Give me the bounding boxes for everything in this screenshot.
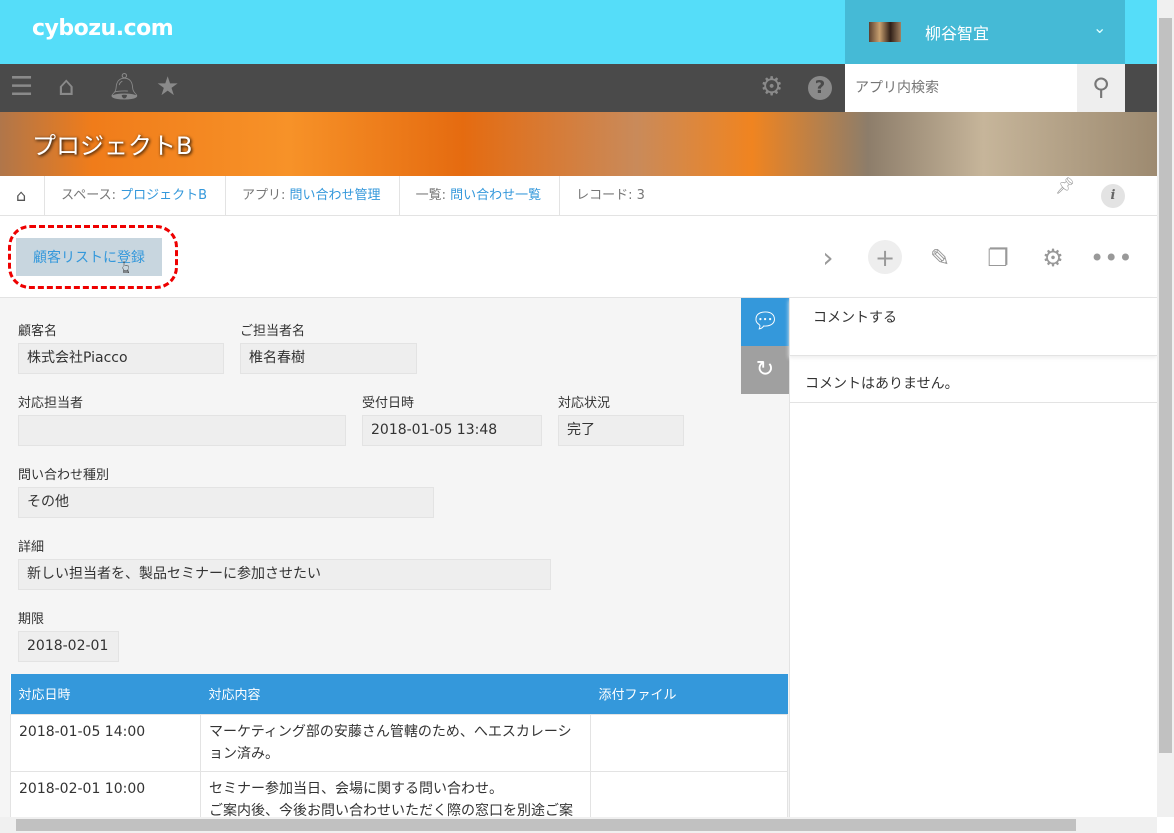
- breadcrumb-view-link[interactable]: 問い合わせ一覧: [450, 188, 541, 203]
- star-icon[interactable]: ★: [156, 72, 179, 102]
- space-banner: プロジェクトB: [0, 112, 1157, 176]
- search-icon[interactable]: ⚲: [1077, 64, 1125, 112]
- row-date: 2018-01-05 14:00: [10, 713, 201, 772]
- table-row: 2018-01-05 14:00 マーケティング部の安藤さん管轄のため、へエスカ…: [10, 713, 788, 772]
- more-icon[interactable]: •••: [1090, 240, 1132, 276]
- row-content-line: セミナー参加当日、会場に関する問い合わせ。: [209, 780, 503, 797]
- no-comments-text: コメントはありません。: [789, 357, 1157, 403]
- user-menu[interactable]: 柳谷智宜 ⌄: [845, 0, 1125, 64]
- type-label: 問い合わせ種別: [18, 468, 110, 483]
- table-row: 2018-02-01 10:00 セミナー参加当日、会場に関する問い合わせ。ご案…: [10, 770, 788, 819]
- avatar: [869, 22, 901, 42]
- response-table: 対応日時 対応内容 添付ファイル 2018-01-05 14:00 マーケティン…: [10, 674, 788, 818]
- menu-icon[interactable]: ☰: [10, 72, 33, 102]
- bell-icon[interactable]: 🔔︎: [108, 72, 141, 102]
- comment-input[interactable]: コメントする: [789, 298, 1157, 356]
- row-file: [590, 770, 788, 818]
- home-icon[interactable]: ⌂: [58, 72, 75, 102]
- help-icon[interactable]: ?: [808, 76, 832, 100]
- row-date: 2018-02-01 10:00: [10, 770, 201, 818]
- row-content: セミナー参加当日、会場に関する問い合わせ。ご案内後、今後お問い合わせいただく際の…: [200, 770, 591, 819]
- received-value: 2018-01-05 13:48: [362, 415, 542, 446]
- vertical-scrollbar-thumb[interactable]: [1159, 18, 1172, 753]
- hand-cursor-icon: 👆︎: [122, 257, 130, 278]
- next-record-icon[interactable]: ›: [810, 240, 846, 276]
- status-value: 完了: [558, 415, 684, 446]
- customer-value: 株式会社Piacco: [18, 343, 224, 374]
- customer-label: 顧客名: [18, 324, 58, 339]
- pin-icon[interactable]: 📌︎: [1055, 176, 1075, 195]
- detail-value: 新しい担当者を、製品セミナーに参加させたい: [18, 559, 551, 590]
- detail-label: 詳細: [18, 540, 45, 555]
- edit-icon[interactable]: ✎: [922, 240, 958, 276]
- row-file: [590, 713, 788, 772]
- copy-icon[interactable]: ❐: [980, 240, 1016, 276]
- breadcrumb-view[interactable]: 一覧: 問い合わせ一覧: [400, 175, 561, 216]
- chevron-down-icon[interactable]: ⌄: [1093, 18, 1106, 37]
- breadcrumb: ⌂ スペース: プロジェクトB アプリ: 問い合わせ管理 一覧: 問い合わせ一覧…: [0, 175, 1157, 216]
- status-label: 対応状況: [558, 396, 611, 411]
- gear-icon[interactable]: ⚙: [760, 72, 783, 102]
- row-content-line: ご案内後、今後お問い合わせいただく際の窓口を別途ご案: [209, 802, 573, 819]
- col-date: 対応日時: [10, 674, 201, 714]
- type-value: その他: [18, 487, 434, 518]
- col-file: 添付ファイル: [590, 674, 788, 714]
- space-title: プロジェクトB: [32, 132, 193, 160]
- table-header: 対応日時 対応内容 添付ファイル: [10, 674, 788, 714]
- settings-gear-icon[interactable]: ⚙: [1035, 240, 1071, 276]
- info-icon[interactable]: i: [1101, 184, 1125, 208]
- record-form: 顧客名 株式会社Piacco ご担当者名 椎名春樹 対応担当者 受付日時 201…: [0, 298, 789, 818]
- user-name: 柳谷智宜: [925, 24, 990, 43]
- search-input[interactable]: [845, 64, 1077, 112]
- handler-label: 対応担当者: [18, 396, 84, 411]
- contact-value: 椎名春樹: [240, 343, 417, 374]
- breadcrumb-record: レコード: 3: [576, 187, 645, 203]
- contact-label: ご担当者名: [240, 324, 306, 339]
- breadcrumb-app[interactable]: アプリ: 問い合わせ管理: [226, 175, 400, 216]
- history-tab-icon[interactable]: ↻: [741, 346, 789, 394]
- highlight-annotation: [8, 225, 178, 289]
- received-label: 受付日時: [362, 396, 415, 411]
- row-content: マーケティング部の安藤さん管轄のため、へエスカレーション済み。: [200, 713, 591, 772]
- logo[interactable]: cybozu.com: [32, 16, 174, 41]
- handler-value: [18, 415, 346, 446]
- add-icon[interactable]: +: [868, 240, 902, 274]
- breadcrumb-app-link[interactable]: 問い合わせ管理: [290, 188, 381, 203]
- breadcrumb-home-icon[interactable]: ⌂: [0, 175, 46, 216]
- comment-tab-icon[interactable]: 💬︎: [741, 298, 789, 346]
- col-content: 対応内容: [200, 674, 591, 714]
- deadline-label: 期限: [18, 612, 45, 627]
- breadcrumb-space[interactable]: スペース: プロジェクトB: [45, 175, 227, 216]
- breadcrumb-space-link[interactable]: プロジェクトB: [120, 188, 207, 203]
- horizontal-scrollbar-thumb[interactable]: [16, 819, 1076, 831]
- deadline-value: 2018-02-01: [18, 631, 119, 662]
